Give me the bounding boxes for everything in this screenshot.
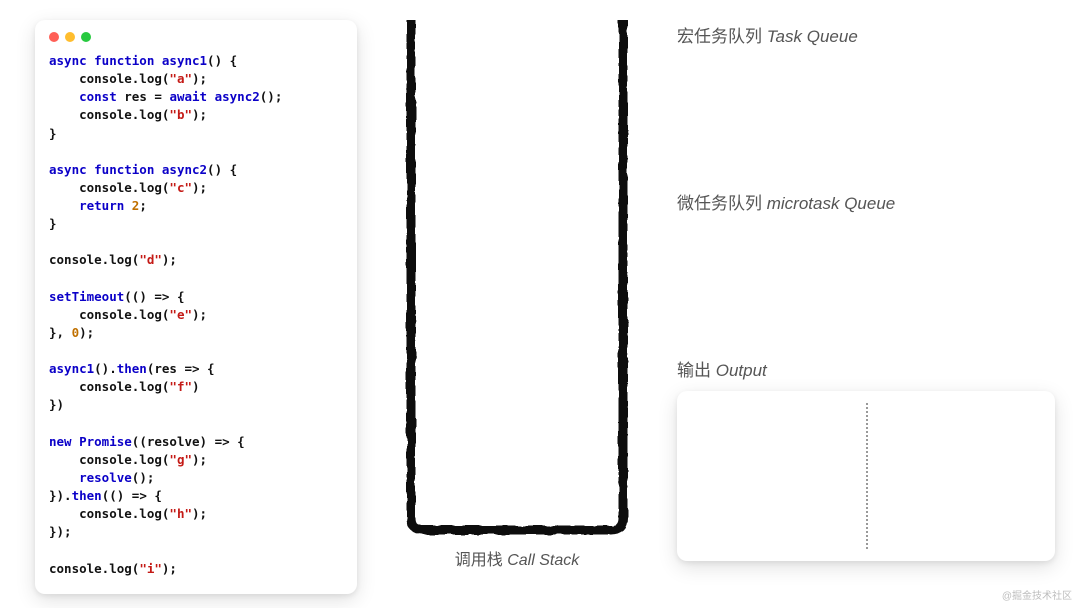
- call-stack-column: 调用栈 Call Stack: [392, 20, 642, 570]
- task-queue-label: 宏任务队列 Task Queue: [677, 22, 1055, 47]
- queues-column: 宏任务队列 Task Queue 微任务队列 microtask Queue 输…: [677, 20, 1055, 561]
- window-traffic-lights: [49, 32, 343, 42]
- code-card: async function async1() { console.log("a…: [35, 20, 357, 594]
- output-card: [677, 391, 1055, 561]
- output-label: 输出 Output: [677, 356, 1055, 381]
- traffic-green-icon: [81, 32, 91, 42]
- traffic-yellow-icon: [65, 32, 75, 42]
- microtask-queue-label: 微任务队列 microtask Queue: [677, 189, 1055, 214]
- microtask-queue-box: [677, 224, 1055, 334]
- watermark: @掘金技术社区: [1002, 587, 1072, 602]
- call-stack-label: 调用栈 Call Stack: [455, 546, 580, 570]
- task-queue-box: [677, 57, 1055, 167]
- output-divider: [866, 403, 868, 549]
- traffic-red-icon: [49, 32, 59, 42]
- code-block: async function async1() { console.log("a…: [49, 52, 343, 578]
- call-stack-box: [397, 20, 637, 540]
